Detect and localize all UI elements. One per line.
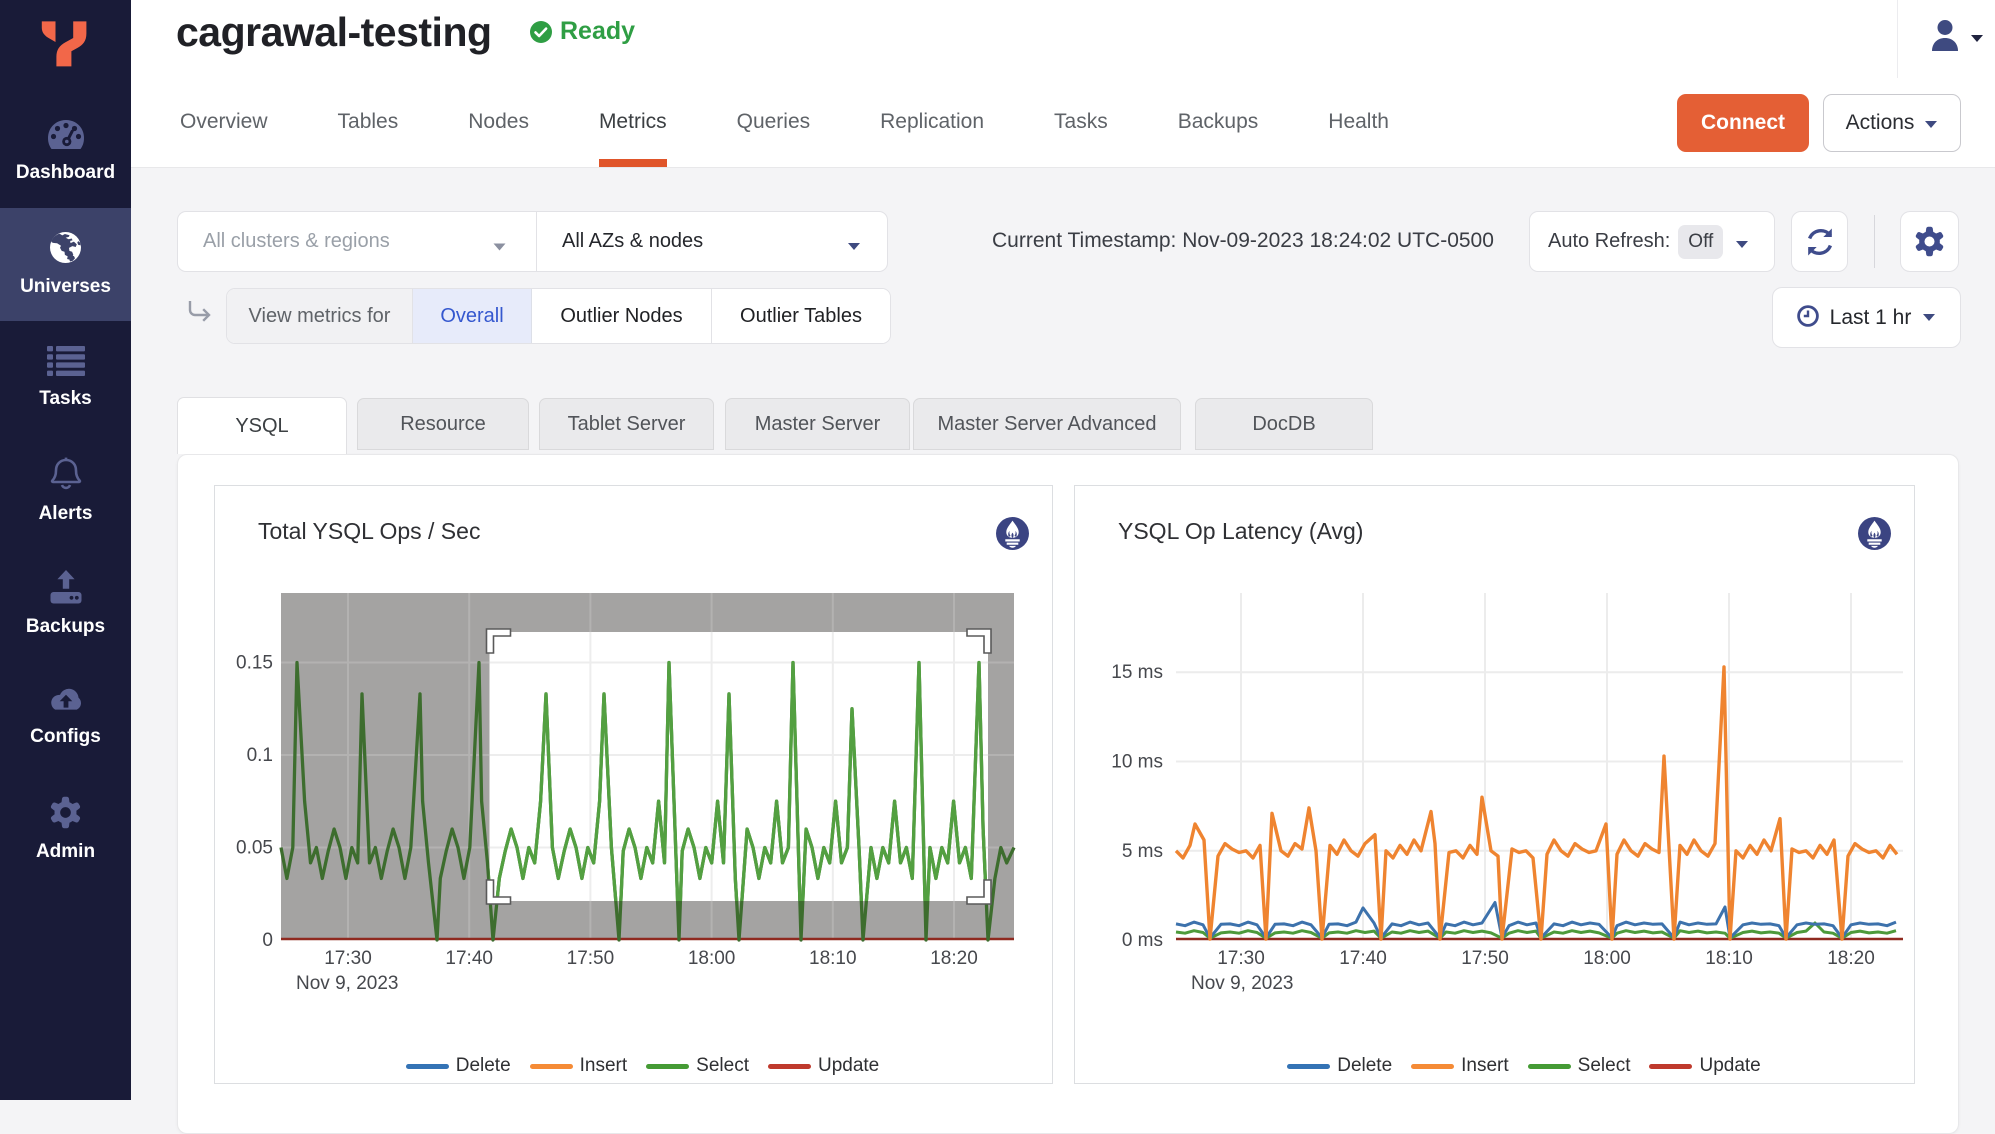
svg-text:18:00: 18:00 [1583, 948, 1631, 969]
svg-text:Nov 9, 2023: Nov 9, 2023 [1191, 973, 1293, 994]
svg-text:0.1: 0.1 [247, 745, 273, 766]
svg-text:17:30: 17:30 [324, 948, 372, 969]
svg-text:18:20: 18:20 [1827, 948, 1875, 969]
svg-text:18:00: 18:00 [688, 948, 736, 969]
svg-text:17:30: 17:30 [1217, 948, 1265, 969]
svg-text:0 ms: 0 ms [1122, 930, 1163, 951]
svg-text:18:20: 18:20 [930, 948, 978, 969]
svg-text:17:50: 17:50 [1461, 948, 1509, 969]
svg-text:0: 0 [262, 930, 273, 951]
svg-text:0.15: 0.15 [236, 653, 273, 674]
svg-text:17:40: 17:40 [1339, 948, 1387, 969]
svg-text:17:40: 17:40 [445, 948, 493, 969]
svg-text:17:50: 17:50 [567, 948, 615, 969]
svg-text:18:10: 18:10 [1705, 948, 1753, 969]
svg-text:Nov 9, 2023: Nov 9, 2023 [296, 973, 398, 994]
svg-text:15 ms: 15 ms [1111, 662, 1163, 683]
svg-text:5 ms: 5 ms [1122, 841, 1163, 862]
svg-text:0.05: 0.05 [236, 838, 273, 859]
svg-text:10 ms: 10 ms [1111, 752, 1163, 773]
svg-text:18:10: 18:10 [809, 948, 857, 969]
